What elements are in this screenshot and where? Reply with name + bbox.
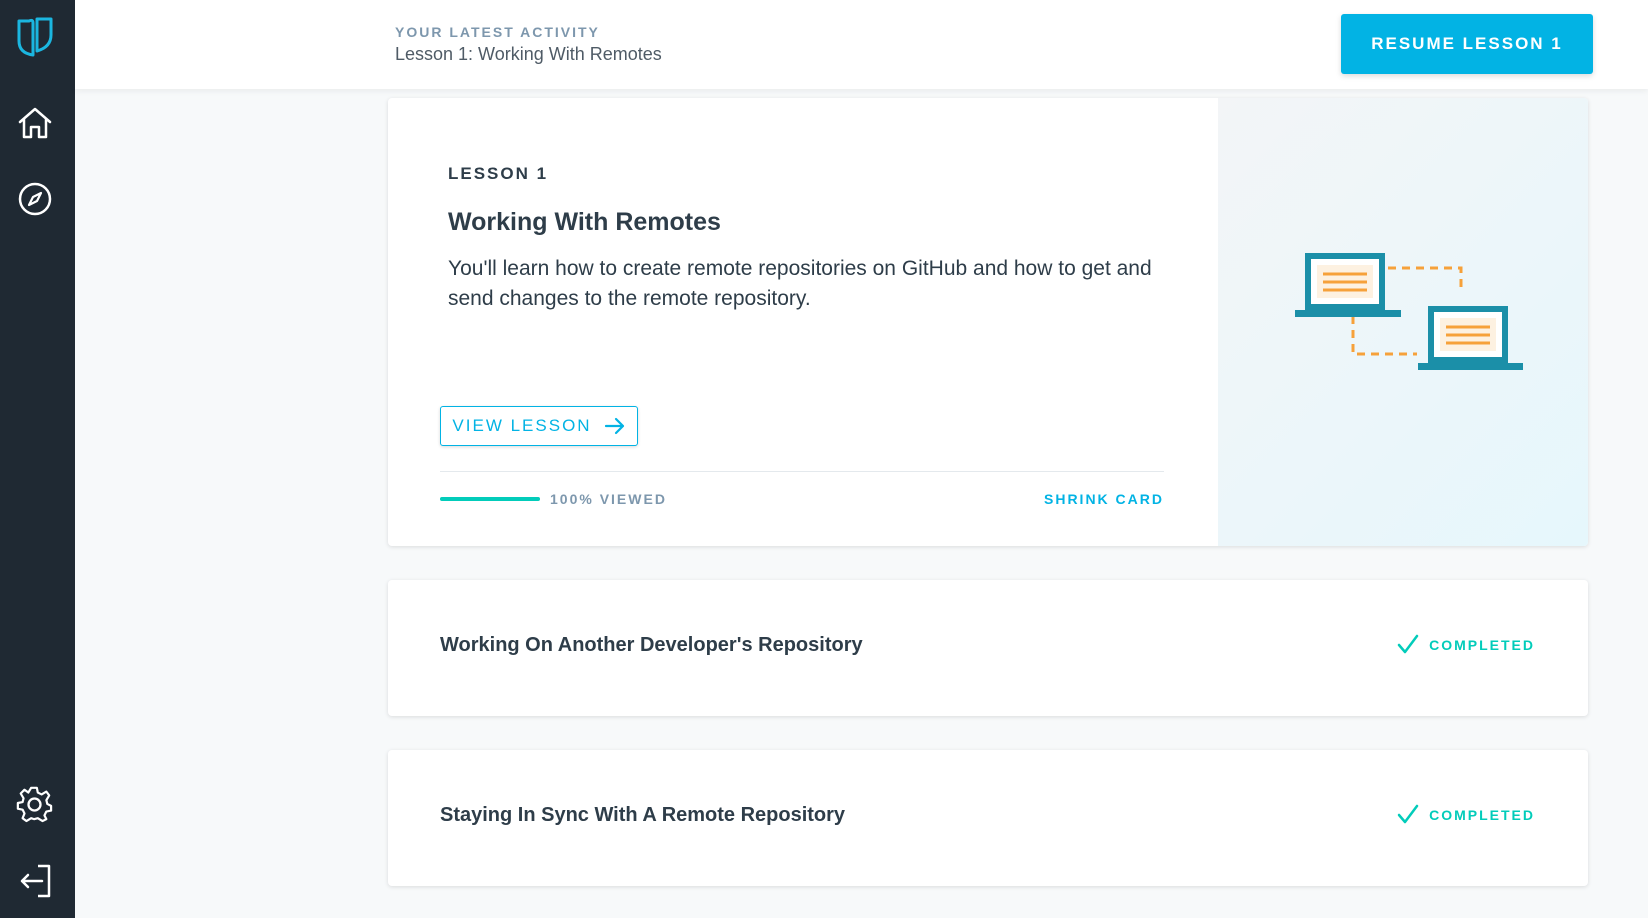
gear-icon[interactable] bbox=[14, 784, 56, 826]
lesson-title: Working With Remotes bbox=[448, 208, 721, 236]
completed-label: COMPLETED bbox=[1429, 807, 1535, 823]
checkmark-icon bbox=[1397, 634, 1419, 654]
sidebar bbox=[0, 0, 75, 918]
view-lesson-button[interactable]: VIEW LESSON bbox=[440, 406, 638, 446]
arrow-right-icon bbox=[604, 417, 624, 435]
two-laptops-icon bbox=[1295, 253, 1523, 370]
latest-activity-title[interactable]: Lesson 1: Working With Remotes bbox=[395, 44, 662, 65]
lesson-number: LESSON 1 bbox=[448, 164, 549, 183]
lesson-row-title: Staying In Sync With A Remote Repository bbox=[440, 804, 846, 826]
completed-status: COMPLETED bbox=[1397, 634, 1535, 656]
udacity-logo-icon[interactable] bbox=[14, 16, 56, 58]
completed-status: COMPLETED bbox=[1397, 804, 1535, 826]
top-bar: YOUR LATEST ACTIVITY Lesson 1: Working W… bbox=[75, 0, 1648, 89]
card-divider bbox=[440, 471, 1164, 472]
shrink-card-link[interactable]: SHRINK CARD bbox=[1044, 491, 1164, 507]
resume-lesson-button[interactable]: RESUME LESSON 1 bbox=[1341, 14, 1593, 74]
logout-icon[interactable] bbox=[14, 860, 56, 902]
progress-label: 100% VIEWED bbox=[550, 491, 667, 507]
lesson-card-expanded: LESSON 1 Working With Remotes You'll lea… bbox=[388, 98, 1588, 546]
lesson-description: You'll learn how to create remote reposi… bbox=[448, 257, 1152, 310]
lesson-card-collapsed[interactable]: Working On Another Developer's Repositor… bbox=[388, 580, 1588, 716]
latest-activity-kicker: YOUR LATEST ACTIVITY bbox=[395, 24, 600, 40]
progress-bar-fill bbox=[440, 497, 540, 501]
progress-bar bbox=[440, 497, 540, 501]
compass-icon[interactable] bbox=[14, 178, 56, 220]
home-icon[interactable] bbox=[14, 102, 56, 144]
checkmark-icon bbox=[1397, 804, 1419, 824]
completed-label: COMPLETED bbox=[1429, 637, 1535, 653]
lesson-card-collapsed[interactable]: Staying In Sync With A Remote Repository… bbox=[388, 750, 1588, 886]
view-lesson-label: VIEW LESSON bbox=[452, 416, 592, 435]
lesson-row-title: Working On Another Developer's Repositor… bbox=[440, 634, 863, 656]
lesson-card-content: LESSON 1 Working With Remotes You'll lea… bbox=[388, 98, 1218, 546]
lesson-illustration-panel bbox=[1218, 98, 1588, 546]
